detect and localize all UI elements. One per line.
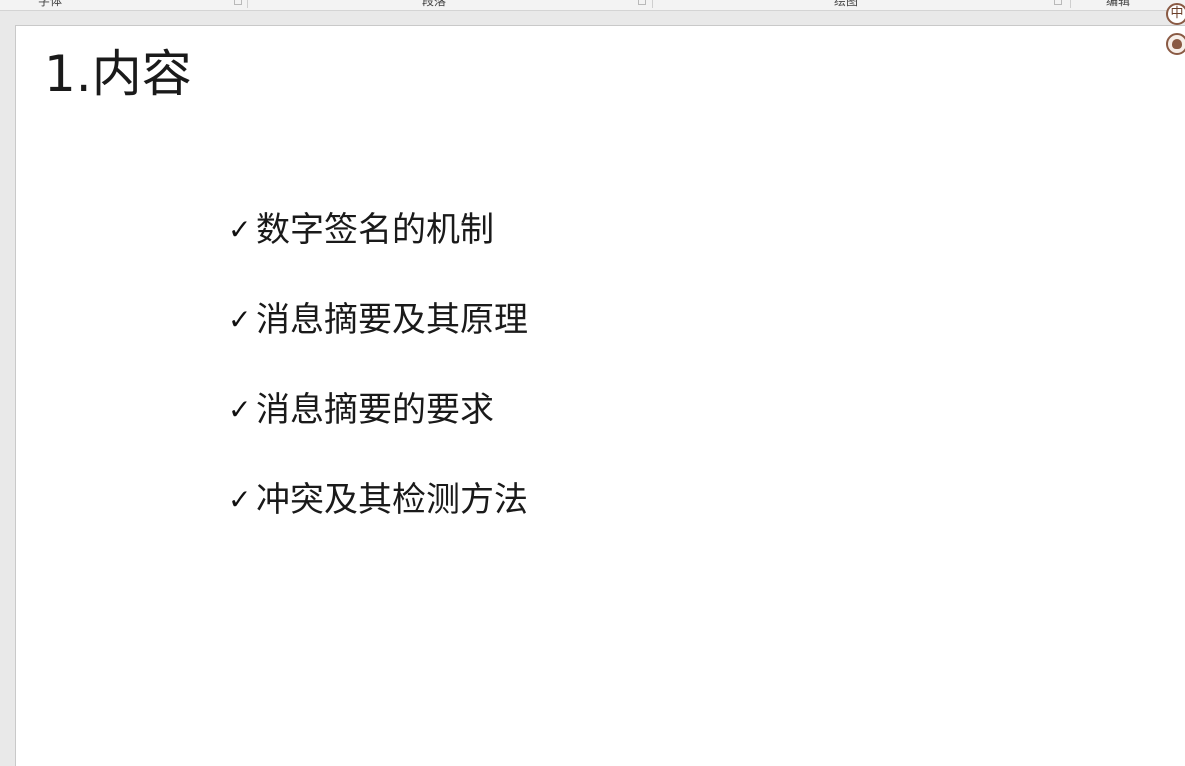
slide-title[interactable]: 1.内容 xyxy=(44,42,192,106)
ribbon-group-labels: 字体 段落 绘图 编辑 xyxy=(0,0,1185,11)
bullet-item[interactable]: ✓ 消息摘要的要求 xyxy=(228,386,528,476)
bullet-text[interactable]: 冲突及其检测方法 xyxy=(256,476,528,524)
ribbon-separator xyxy=(652,0,653,8)
ribbon-group-paragraph-label: 段落 xyxy=(422,0,447,8)
bullet-text[interactable]: 消息摘要的要求 xyxy=(256,386,494,434)
paragraph-dialog-launcher-icon[interactable] xyxy=(638,0,646,5)
slide-canvas[interactable]: 1.内容 ✓ 数字签名的机制 ✓ 消息摘要及其原理 ✓ 消息摘要的要求 ✓ 冲突… xyxy=(15,25,1185,766)
ribbon-group-editing-label: 编辑 xyxy=(1106,0,1131,8)
bullet-text[interactable]: 数字签名的机制 xyxy=(256,206,494,254)
bullet-text[interactable]: 消息摘要及其原理 xyxy=(256,296,528,344)
squirrel-mascot-icon[interactable] xyxy=(1166,33,1185,55)
ribbon-separator xyxy=(247,0,248,8)
bullet-list[interactable]: ✓ 数字签名的机制 ✓ 消息摘要及其原理 ✓ 消息摘要的要求 ✓ 冲突及其检测方… xyxy=(228,206,528,566)
ribbon-group-drawing-label: 绘图 xyxy=(834,0,859,8)
checkmark-icon: ✓ xyxy=(228,393,252,426)
checkmark-icon: ✓ xyxy=(228,303,252,336)
checkmark-icon: ✓ xyxy=(228,213,252,246)
bullet-item[interactable]: ✓ 数字签名的机制 xyxy=(228,206,528,296)
checkmark-icon: ✓ xyxy=(228,483,252,516)
ribbon-group-font-label: 字体 xyxy=(38,0,63,8)
ribbon-separator xyxy=(1070,0,1071,8)
font-dialog-launcher-icon[interactable] xyxy=(234,0,242,5)
squirrel-mascot-shape xyxy=(1172,39,1182,49)
bullet-item[interactable]: ✓ 冲突及其检测方法 xyxy=(228,476,528,566)
bullet-item[interactable]: ✓ 消息摘要及其原理 xyxy=(228,296,528,386)
drawing-dialog-launcher-icon[interactable] xyxy=(1054,0,1062,5)
ime-language-icon[interactable]: 中 xyxy=(1166,3,1185,25)
